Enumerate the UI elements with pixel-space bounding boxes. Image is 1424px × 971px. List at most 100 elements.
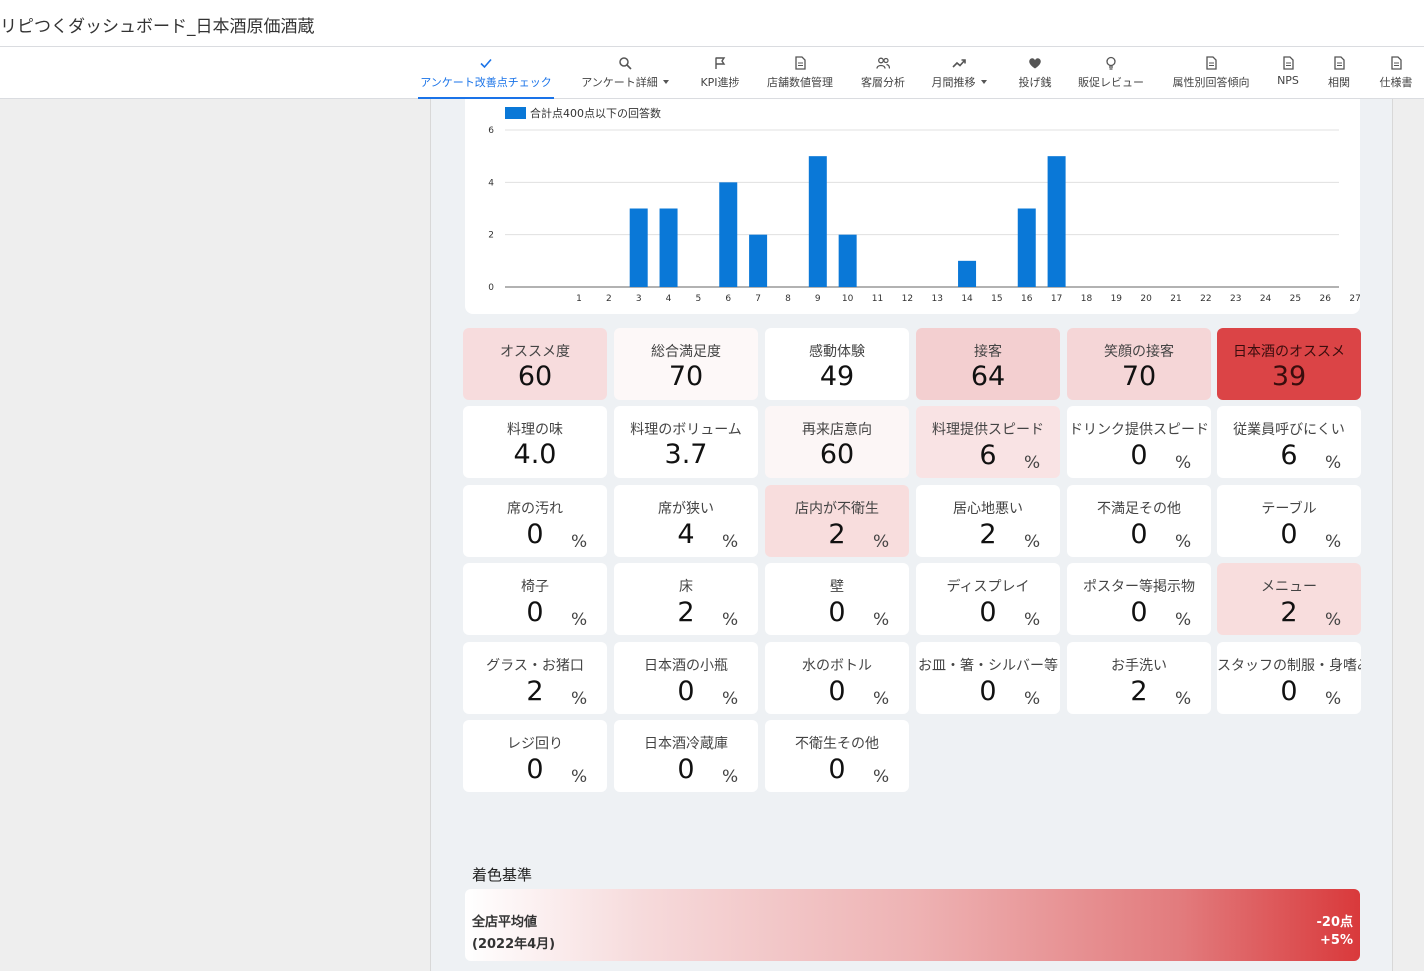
bar-chart: 02461 2 3 4 5 6 7 8 9 10 11 12 13 14 15 16 17 18 19 20 21 22 2… (488, 106, 1360, 304)
tab-6[interactable]: 月間推移 (922, 47, 996, 98)
metric-tile: 従業員呼びにくい 6% (1217, 406, 1361, 478)
bar (958, 260, 977, 287)
metric-value: 3.7 (664, 439, 708, 470)
metric-label: 椅子 (521, 579, 549, 595)
metric-label: グラス・お猪口 (486, 658, 584, 674)
x-tick-label: 13 (931, 294, 942, 304)
tab-label: アンケート改善点チェック (420, 76, 552, 89)
metric-tile: 日本酒の小瓶 0% (614, 642, 758, 714)
x-tick-label: 19 (1111, 294, 1123, 304)
x-tick-label: 18 (1081, 294, 1093, 304)
x-tick-label: 5 (696, 294, 702, 304)
metric-value: 60 (819, 439, 855, 470)
dropdown-caret-icon (662, 80, 669, 84)
metric-tile: 不衛生その他 0% (765, 720, 909, 792)
x-tick-label: 27 (1349, 294, 1360, 304)
search-icon (618, 55, 632, 71)
x-tick-label: 6 (725, 294, 731, 304)
metric-label: 日本酒冷蔵庫 (644, 736, 728, 752)
tab-3[interactable]: KPI進捗 (692, 47, 748, 98)
percent-unit: % (873, 689, 890, 709)
metric-label: 料理のボリューム (630, 422, 742, 438)
metric-tile: 床 2% (614, 563, 758, 635)
metric-tile: 料理のボリューム 3.7 (614, 406, 758, 478)
percent-unit: % (722, 532, 739, 552)
percent-unit: % (873, 532, 890, 552)
percent-unit: % (1024, 453, 1041, 473)
metric-tile: 感動体験 49 (765, 328, 909, 400)
tab-8[interactable]: 販促レビュー (1070, 47, 1152, 98)
metric-tile: 接客 64 (916, 328, 1060, 400)
metric-tile: 再来店意向 60 (765, 406, 909, 478)
lightbulb-icon (1104, 55, 1118, 71)
x-tick-label: 10 (842, 294, 854, 304)
metric-tile: 日本酒のオススメ 39 (1217, 328, 1361, 400)
metric-tile: テーブル 0% (1217, 485, 1361, 557)
y-tick-label: 2 (488, 231, 494, 241)
dropdown-caret-icon (980, 80, 987, 84)
percent-unit: % (1175, 689, 1192, 709)
metric-label: レジ回り (507, 736, 563, 752)
tab-9[interactable]: 属性別回答傾向 (1163, 47, 1259, 98)
percent-unit: % (1175, 453, 1192, 473)
x-tick-label: 16 (1021, 294, 1033, 304)
metric-value: 39 (1271, 361, 1307, 392)
bar (659, 208, 678, 287)
x-tick-label: 25 (1290, 294, 1301, 304)
metric-label: ディスプレイ (946, 579, 1030, 595)
tab-1[interactable]: アンケート改善点チェック (418, 47, 554, 99)
check-icon (479, 55, 493, 71)
x-tick-label: 23 (1230, 294, 1241, 304)
tab-label: 属性別回答傾向 (1172, 76, 1250, 89)
metric-label: 日本酒の小瓶 (644, 658, 728, 674)
x-tick-label: 8 (785, 294, 791, 304)
y-tick-label: 0 (488, 283, 494, 293)
metric-value: 4.0 (513, 439, 557, 470)
metric-tile: 笑顔の接客 70 (1067, 328, 1211, 400)
document-icon (793, 55, 807, 71)
tab-11[interactable]: 相関 (1320, 47, 1358, 98)
tab-7[interactable]: 投げ銭 (1009, 47, 1061, 98)
percent-unit: % (1024, 610, 1041, 630)
bar (719, 182, 738, 287)
metric-tile: 椅子 0% (463, 563, 607, 635)
tab-2[interactable]: アンケート詳細 (572, 47, 678, 98)
tab-label: 客層分析 (861, 76, 905, 89)
color-legend-gradient: 全店平均値 (2022年4月) -20点 +5% (465, 889, 1360, 961)
metric-tile: 料理の味 4.0 (463, 406, 607, 478)
metric-tile: ポスター等掲示物 0% (1067, 563, 1211, 635)
x-tick-label: 15 (991, 294, 1002, 304)
metric-label: お手洗い (1111, 658, 1167, 674)
metric-label: 総合満足度 (651, 344, 721, 360)
metric-label: 感動体験 (809, 344, 865, 360)
x-tick-label: 9 (815, 294, 821, 304)
percent-unit: % (571, 610, 588, 630)
percent-unit: % (1175, 610, 1192, 630)
tab-5[interactable]: 客層分析 (852, 47, 914, 98)
metric-tile: 居心地悪い 2% (916, 485, 1060, 557)
tab-4[interactable]: 店舗数値管理 (760, 47, 840, 98)
x-tick-label: 21 (1170, 294, 1181, 304)
tab-label: 販促レビュー (1078, 76, 1144, 89)
metric-tile: スタッフの制服・身嗜み 0% (1217, 642, 1361, 714)
x-tick-label: 22 (1200, 294, 1211, 304)
bar (1047, 156, 1066, 287)
legend-left-sublabel: (2022年4月) (472, 937, 556, 952)
x-tick-label: 24 (1260, 294, 1272, 304)
metric-label: テーブル (1261, 501, 1317, 517)
x-tick-label: 20 (1140, 294, 1152, 304)
metric-label: 従業員呼びにくい (1233, 422, 1345, 438)
metric-value: 60 (517, 361, 553, 392)
metric-tile: お手洗い 2% (1067, 642, 1211, 714)
metric-label: 不衛生その他 (795, 736, 879, 752)
app-title: リピつくダッシュボード_日本酒原価酒蔵 (0, 17, 315, 37)
x-tick-label: 2 (606, 294, 612, 304)
x-tick-label: 26 (1320, 294, 1332, 304)
metric-value: 70 (668, 361, 704, 392)
metric-tile: 不満足その他 0% (1067, 485, 1211, 557)
tab-12[interactable]: 仕様書 (1370, 47, 1422, 98)
tab-10[interactable]: NPS (1268, 47, 1308, 98)
trending-up-icon (952, 55, 966, 71)
metric-tile: グラス・お猪口 2% (463, 642, 607, 714)
metric-tile: ディスプレイ 0% (916, 563, 1060, 635)
